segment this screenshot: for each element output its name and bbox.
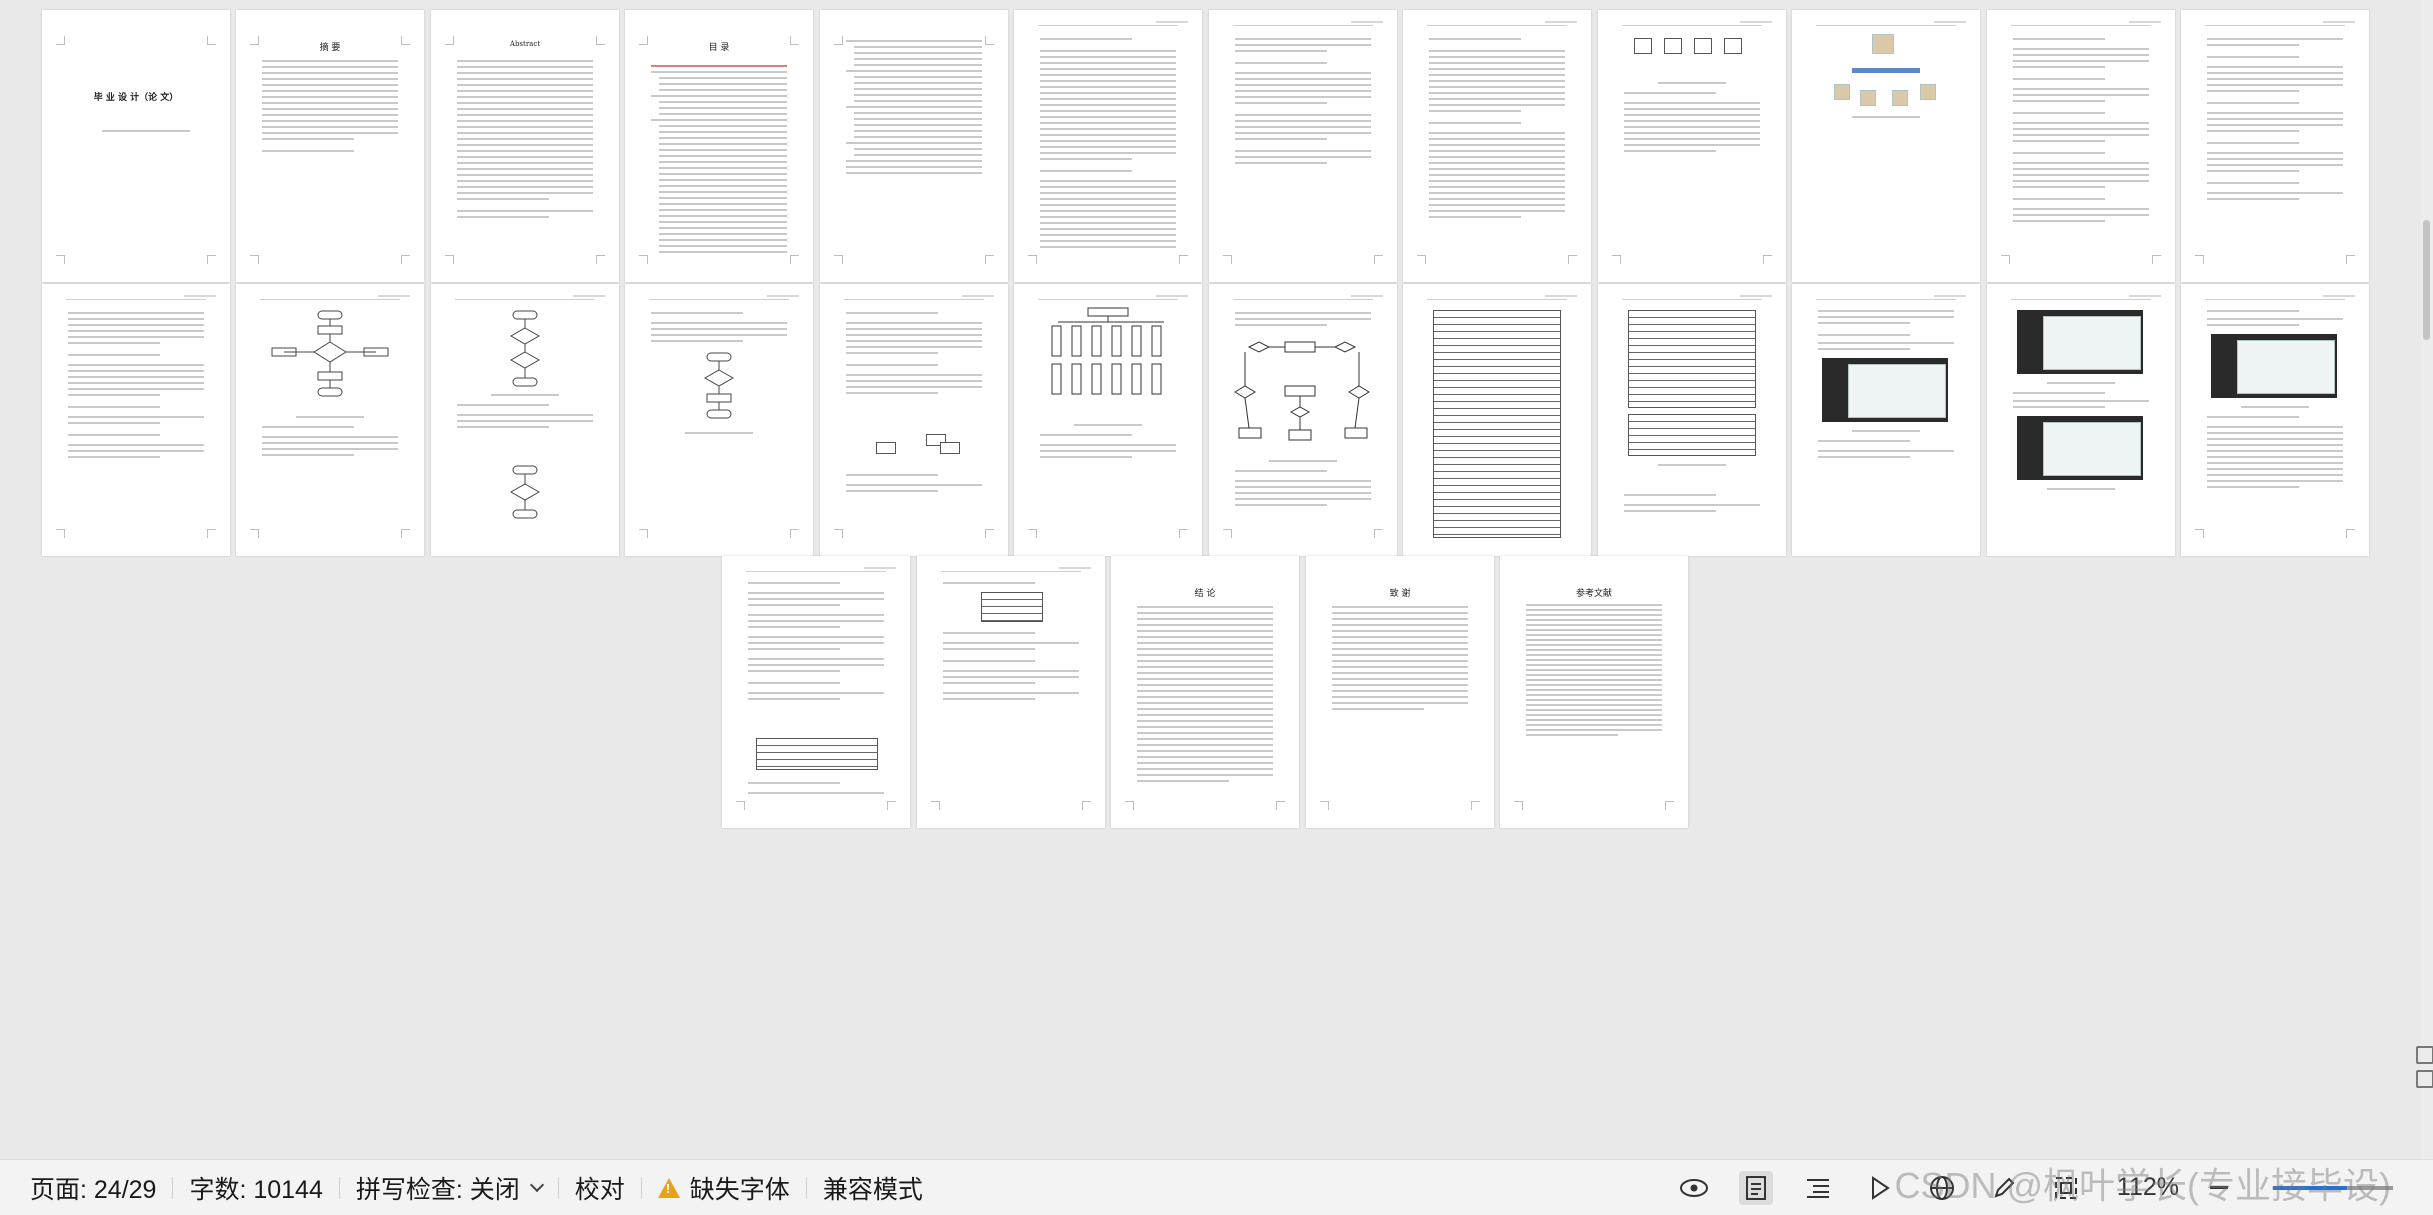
page-thumbnail-19[interactable] <box>1209 284 1397 556</box>
eye-icon[interactable] <box>1677 1171 1711 1205</box>
page-thumbnail-22[interactable] <box>1792 284 1980 556</box>
page-thumbnail-7[interactable] <box>1209 10 1397 282</box>
function-structure-diagram <box>1051 307 1164 395</box>
page-thumbnail-5[interactable] <box>820 10 1008 282</box>
page-thumbnail-14[interactable] <box>236 284 424 556</box>
zoom-slider[interactable] <box>2273 1185 2393 1190</box>
page-thumbnail-2[interactable]: 摘 要 <box>236 10 424 282</box>
pen-icon[interactable] <box>1987 1171 2021 1205</box>
missing-fonts-label: 缺失字体 <box>689 1175 790 1204</box>
page-thumbnail-24[interactable] <box>2181 284 2369 556</box>
spell-check-toggle[interactable]: 拼写检查: 关闭 <box>340 1160 558 1215</box>
page-thumbnail-23[interactable] <box>1987 284 2175 556</box>
page-thumbnail-1[interactable]: 毕 业 设 计（论 文） <box>42 10 230 282</box>
refs-title: 参考文献 <box>1575 589 1612 599</box>
fit-page-icon[interactable] <box>2049 1171 2083 1205</box>
globe-icon[interactable] <box>1925 1171 1959 1205</box>
page-thumbnail-15[interactable] <box>431 284 619 556</box>
page-indicator[interactable]: 页面: 24/29 <box>0 1160 172 1215</box>
flowchart-figure <box>271 310 389 397</box>
er-diagram <box>1234 341 1370 441</box>
conclusion-title: 结 论 <box>1194 589 1216 599</box>
abstract-cn-title: 摘 要 <box>319 43 341 53</box>
page-thumbnail-17[interactable] <box>820 284 1008 556</box>
play-icon[interactable] <box>1863 1171 1897 1205</box>
page-thumbnail-25[interactable] <box>722 556 910 828</box>
page-thumbnail-26[interactable] <box>917 556 1105 828</box>
page-view-icon[interactable] <box>1738 1170 1773 1205</box>
zoom-slider-fill <box>2273 1185 2348 1190</box>
outline-list-icon[interactable] <box>1801 1171 1835 1205</box>
page-thumbnail-11[interactable] <box>1987 10 2175 282</box>
vertical-scrollbar[interactable] <box>2421 0 2433 1160</box>
spell-check-label: 拼写检查: 关闭 <box>355 1175 520 1204</box>
document-canvas[interactable]: 毕 业 设 计（论 文） 摘 要 Abstract 目 录 结 论 致 谢 参考… <box>0 0 2400 1160</box>
cover-title: 毕 业 设 计（论 文） <box>93 93 179 103</box>
status-bar: 页面: 24/29 字数: 10144 拼写检查: 关闭 校对 缺失字体 兼容模… <box>0 1159 2433 1215</box>
side-icon-2[interactable] <box>2416 1070 2433 1088</box>
page-thumbnail-27[interactable]: 结 论 <box>1111 556 1299 828</box>
page-thumbnail-18[interactable] <box>1014 284 1202 556</box>
zoom-level[interactable]: 112% <box>2117 1173 2179 1202</box>
compat-mode-label: 兼容模式 <box>822 1175 923 1204</box>
proofread-button[interactable]: 校对 <box>559 1160 641 1215</box>
page-thumbnail-13[interactable] <box>42 284 230 556</box>
page-thumbnail-16[interactable] <box>625 284 813 556</box>
toc-title: 目 录 <box>708 43 730 53</box>
page-thumbnail-6[interactable] <box>1014 10 1202 282</box>
missing-fonts-button[interactable]: 缺失字体 <box>642 1160 806 1215</box>
page-thumbnail-4[interactable]: 目 录 <box>625 10 813 282</box>
side-toolbar <box>2413 1040 2433 1094</box>
minus-icon[interactable] <box>2207 1171 2231 1205</box>
chevron-down-icon <box>529 1177 544 1193</box>
thanks-title: 致 谢 <box>1389 589 1411 599</box>
page-thumbnail-29[interactable]: 参考文献 <box>1500 556 1688 828</box>
warning-icon <box>657 1177 680 1198</box>
page-thumbnail-9[interactable] <box>1598 10 1786 282</box>
word-count[interactable]: 字数: 10144 <box>173 1160 338 1215</box>
page-thumbnail-28[interactable]: 致 谢 <box>1306 556 1494 828</box>
page-thumbnail-21[interactable] <box>1598 284 1786 556</box>
database-table-figure <box>1433 310 1561 538</box>
side-icon-1[interactable] <box>2416 1046 2433 1064</box>
page-thumbnail-8[interactable] <box>1403 10 1591 282</box>
page-thumbnail-10[interactable] <box>1792 10 1980 282</box>
page-thumbnail-12[interactable] <box>2181 10 2369 282</box>
abstract-en-title: Abstract <box>509 40 541 48</box>
page-thumbnail-20[interactable] <box>1403 284 1591 556</box>
page-thumbnail-3[interactable]: Abstract <box>431 10 619 282</box>
